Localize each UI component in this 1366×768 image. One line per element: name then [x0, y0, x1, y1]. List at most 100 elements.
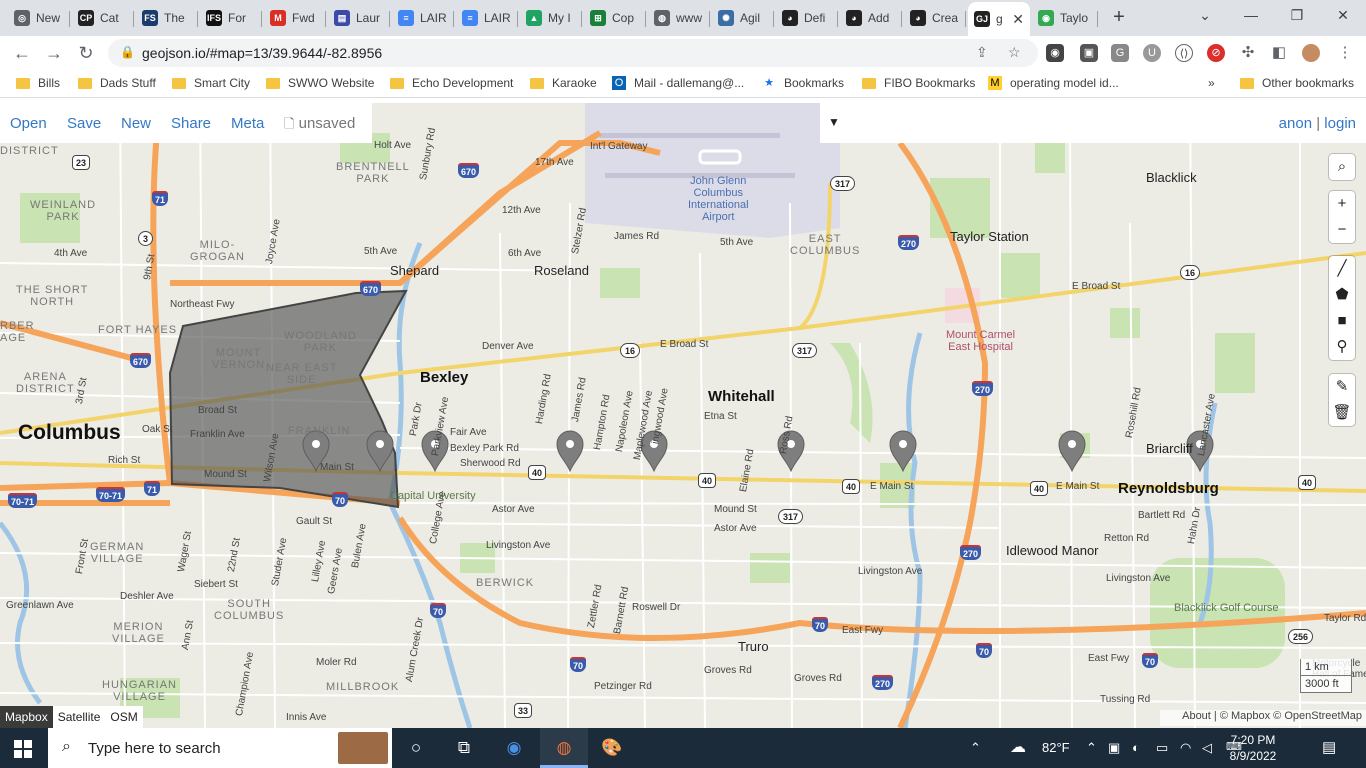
extension-icon[interactable]: ▣ — [1080, 44, 1098, 62]
browser-tab[interactable]: M Fwd — [264, 4, 326, 32]
open-menu[interactable]: Open — [10, 115, 47, 132]
login-link[interactable]: login — [1324, 115, 1356, 132]
more-bookmarks-button[interactable]: » — [1208, 76, 1215, 90]
chevron-up-icon[interactable]: ⌃ — [970, 740, 981, 756]
tab-label: Cop — [612, 11, 635, 25]
bookmark-item[interactable]: Echo Development — [390, 76, 513, 90]
map-marker-icon[interactable] — [1058, 430, 1086, 473]
maximize-icon[interactable]: ❐ — [1274, 4, 1320, 28]
browser-tab[interactable]: ✺ Agil — [712, 4, 774, 32]
poi-label: Capital University — [390, 490, 476, 502]
extensions-puzzle-icon[interactable]: ✣ — [1239, 44, 1257, 62]
volume-icon[interactable]: ◁ — [1202, 740, 1212, 756]
tray-app-icon[interactable]: ▣ — [1108, 740, 1120, 756]
tray-overflow-icon[interactable]: ⌃ — [1086, 740, 1097, 756]
panel-toggle-caret-icon[interactable]: ▼ — [828, 115, 840, 129]
wifi-icon[interactable]: ◠ — [1180, 740, 1191, 756]
bookmark-item[interactable]: Karaoke — [530, 76, 597, 90]
other-bookmarks[interactable]: Other bookmarks — [1240, 76, 1354, 90]
neighborhood-label: THE SHORT NORTH — [16, 284, 89, 308]
extension-icon[interactable]: ⟨⟩ — [1175, 44, 1193, 62]
battery-icon[interactable]: ▭ — [1156, 740, 1168, 756]
system-clock[interactable]: 7:20 PM 8/9/2022 — [1218, 732, 1288, 764]
cortana-icon[interactable]: ○ — [392, 728, 440, 768]
bookmark-item[interactable]: Smart City — [172, 76, 250, 90]
drive-icon: ▲ — [526, 10, 542, 26]
bookmark-item[interactable]: O Mail - dallemang@... — [612, 76, 744, 90]
bookmark-item[interactable]: Bills — [16, 76, 60, 90]
extension-icon[interactable]: G — [1111, 44, 1129, 62]
extension-icon[interactable]: ◉ — [1046, 44, 1064, 62]
share-icon[interactable]: ⇪ — [976, 44, 988, 61]
draw-polygon-icon[interactable]: ⬟ — [1329, 282, 1355, 308]
tab-search-icon[interactable]: ⌄ — [1182, 4, 1228, 28]
globe-icon: ◍ — [654, 10, 670, 26]
close-window-icon[interactable]: ✕ — [1320, 4, 1366, 28]
menu-kebab-icon[interactable]: ⋮ — [1336, 44, 1354, 62]
paint-app-icon[interactable]: 🎨 — [588, 728, 636, 768]
map-search-icon[interactable]: ⌕ — [1329, 154, 1355, 180]
layer-satellite[interactable]: Satellite — [52, 706, 106, 728]
browser-tab[interactable]: ▲ My I — [520, 4, 582, 32]
map-marker-icon[interactable] — [556, 430, 584, 473]
browser-tab[interactable]: ◍ www — [648, 4, 710, 32]
new-menu[interactable]: New — [121, 115, 151, 132]
task-view-icon[interactable]: ⧉ — [440, 728, 488, 768]
minimize-icon[interactable]: — — [1228, 4, 1274, 28]
back-icon[interactable]: ← — [10, 41, 34, 65]
bookmark-item[interactable]: ★ Bookmarks — [762, 76, 844, 90]
browser-tab[interactable]: ◉ Taylo — [1032, 4, 1098, 32]
browser-tab[interactable]: GJ g ✕ — [968, 2, 1030, 36]
side-panel-icon[interactable]: ◧ — [1270, 44, 1288, 62]
map-attribution[interactable]: About | © Mapbox © OpenStreetMap — [1160, 710, 1366, 726]
reload-icon[interactable]: ↻ — [74, 41, 98, 65]
save-menu[interactable]: Save — [67, 115, 101, 132]
bookmark-item[interactable]: FIBO Bookmarks — [862, 76, 975, 90]
bookmark-item[interactable]: Dads Stuff — [78, 76, 156, 90]
extension-icon[interactable]: ⊘ — [1207, 44, 1225, 62]
street-label: East Fwy — [1088, 653, 1130, 664]
meta-menu[interactable]: Meta — [231, 115, 264, 132]
chrome-taskbar-icon[interactable]: ◍ — [540, 728, 588, 768]
layer-mapbox[interactable]: Mapbox — [0, 706, 53, 728]
delete-layers-icon[interactable]: 🗑 — [1329, 400, 1355, 426]
bookmark-star-icon[interactable]: ☆ — [1008, 44, 1021, 61]
share-menu[interactable]: Share — [171, 115, 211, 132]
draw-marker-icon[interactable]: ⚲ — [1329, 334, 1355, 360]
forward-icon[interactable]: → — [42, 41, 66, 65]
browser-tab[interactable]: ≡ LAIR — [456, 4, 518, 32]
map-canvas[interactable]: Columbus Bexley Whitehall Reynoldsburg Shepa… — [0, 103, 1366, 728]
browser-tab[interactable]: CP Cat — [72, 4, 134, 32]
browser-tab[interactable]: ◕ Add — [840, 4, 902, 32]
extension-icon[interactable]: U — [1143, 44, 1161, 62]
notifications-icon[interactable]: ▤ — [1322, 738, 1336, 756]
zoom-out-icon[interactable]: − — [1329, 217, 1355, 243]
edit-layers-icon[interactable]: ✎ — [1329, 374, 1355, 400]
browser-tab[interactable]: FS The — [136, 4, 198, 32]
browser-tab[interactable]: ⊞ Cop — [584, 4, 646, 32]
draw-rectangle-icon[interactable]: ■ — [1329, 308, 1355, 334]
layer-switcher: Mapbox Satellite OSM — [0, 706, 143, 728]
maps-app-icon[interactable]: ◉ — [490, 728, 538, 768]
address-bar[interactable]: 🔒 geojson.io/#map=13/39.9644/-82.8956 ⇪ … — [108, 39, 1038, 67]
browser-tab[interactable]: ≡ LAIR — [392, 4, 454, 32]
browser-tab[interactable]: ◎ New — [8, 4, 70, 32]
taskbar-search-box[interactable]: ⌕ Type here to search — [48, 728, 392, 768]
bookmark-item[interactable]: Moperating model id... — [988, 76, 1119, 90]
interstate-shield-icon: 71 — [144, 481, 161, 496]
profile-avatar[interactable] — [1302, 44, 1320, 62]
windows-start-icon[interactable] — [14, 740, 32, 758]
new-tab-button[interactable]: + — [1106, 6, 1132, 30]
layer-osm[interactable]: OSM — [105, 706, 143, 728]
browser-tab[interactable]: IFS For — [200, 4, 262, 32]
close-tab-icon[interactable]: ✕ — [1012, 11, 1024, 28]
browser-tab[interactable]: ▤ Laur — [328, 4, 390, 32]
weather-icon[interactable]: ☁ — [1010, 737, 1026, 757]
browser-tab[interactable]: ◕ Crea — [904, 4, 966, 32]
weather-temp[interactable]: 82°F — [1042, 740, 1070, 755]
bookmark-item[interactable]: SWWO Website — [266, 76, 374, 90]
zoom-in-icon[interactable]: + — [1329, 191, 1355, 217]
draw-line-icon[interactable]: ╱ — [1329, 256, 1355, 282]
tray-app-icon[interactable]: ◐ — [1132, 740, 1140, 755]
browser-tab[interactable]: ◕ Defi — [776, 4, 838, 32]
